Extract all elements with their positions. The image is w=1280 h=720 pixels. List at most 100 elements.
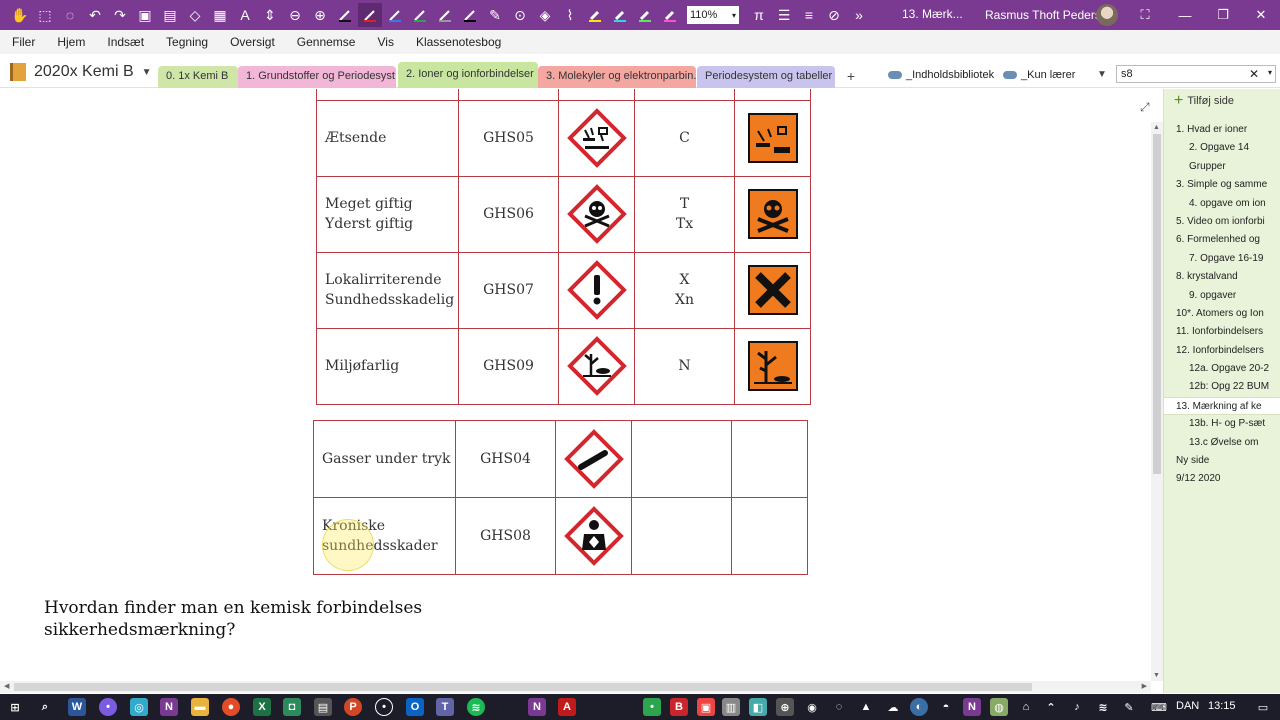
pen-black-icon[interactable] <box>333 3 357 27</box>
back-icon[interactable]: ⊖ <box>283 3 307 27</box>
menu-class-notebook[interactable]: Klassenotesbog <box>416 35 501 49</box>
scroll-thumb[interactable] <box>1153 134 1161 474</box>
eraser-icon[interactable]: ◈ <box>533 3 557 27</box>
user-name[interactable]: Rasmus Thoft Pedersen <box>985 8 1114 22</box>
excel-icon[interactable]: X <box>253 698 271 716</box>
scroll-right-icon[interactable]: ▶ <box>1142 682 1147 690</box>
page-icon[interactable]: ▤ <box>158 3 182 27</box>
page-item[interactable]: 5. Video om ionforbi <box>1164 213 1280 231</box>
tray-app-icon[interactable]: ◐ <box>910 698 928 716</box>
pdf-icon[interactable]: A <box>558 698 576 716</box>
windows-start-icon[interactable]: ⊞ <box>6 698 24 716</box>
close-icon[interactable]: ✕ <box>1242 0 1280 30</box>
menu-file[interactable]: Filer <box>12 35 35 49</box>
chevron-down-icon[interactable]: ▾ <box>1268 68 1272 77</box>
powerpoint-icon[interactable]: P <box>344 698 362 716</box>
page-item-selected[interactable]: 13. Mærkning af ke <box>1164 396 1280 416</box>
app-icon[interactable]: • <box>375 698 393 716</box>
onenote-tray-icon[interactable]: N <box>963 698 981 716</box>
hand-pan-icon[interactable]: ✋ <box>8 3 32 27</box>
menu-insert[interactable]: Indsæt <box>107 35 144 49</box>
onenote-icon[interactable]: N <box>160 698 178 716</box>
page-item[interactable]: 13b. H- og P-sæt <box>1164 415 1280 433</box>
page-canvas[interactable]: Ætsende GHS05 C Meget giftig Yderst gifti… <box>0 89 1151 681</box>
clear-search-icon[interactable]: ✕ <box>1249 67 1259 81</box>
more-icon[interactable]: » <box>847 3 871 27</box>
tray-app-icon[interactable]: ◉ <box>803 698 821 716</box>
chrome-icon[interactable]: ● <box>222 698 240 716</box>
section-tab-4[interactable]: Periodesystem og tabeller <box>697 66 835 88</box>
horizontal-scrollbar[interactable]: ◀ ▶ <box>0 681 1151 693</box>
app-icon[interactable]: ◘ <box>283 698 301 716</box>
page-item[interactable]: 2. Opgave 14 <box>1164 139 1280 157</box>
zoom-select[interactable]: 110% ▾ <box>687 6 739 24</box>
page-item[interactable]: 6. Formelenhed og <box>1164 231 1280 249</box>
search-icon[interactable]: ⌕ <box>36 698 54 716</box>
page-item[interactable]: 8. krystalvand <box>1164 268 1280 286</box>
library-teacher-only[interactable]: _Kun lærer <box>1003 69 1075 81</box>
insert-space-icon[interactable]: ⇕ <box>258 3 282 27</box>
section-tab-0[interactable]: 0. 1x Kemi B <box>158 66 238 88</box>
scroll-down-icon[interactable]: ▼ <box>1153 672 1160 679</box>
tray-app-icon[interactable]: ▣ <box>697 698 715 716</box>
keyboard-icon[interactable]: ⌨ <box>1148 698 1170 716</box>
restore-icon[interactable]: ❐ <box>1204 0 1242 30</box>
tray-app-icon[interactable]: ◓ <box>937 698 955 716</box>
bullets-icon[interactable]: ☰ <box>772 3 796 27</box>
tray-app-icon[interactable]: • <box>643 698 661 716</box>
search-input[interactable]: s8 ✕ ▾ <box>1116 65 1276 83</box>
redo-icon[interactable]: ↷ <box>108 3 132 27</box>
pen-blue-icon[interactable] <box>383 3 407 27</box>
wifi-icon[interactable]: ≋ <box>1094 698 1112 716</box>
page-item[interactable]: 12b: Opg 22 BUM <box>1164 378 1280 396</box>
section-tab-1[interactable]: 1. Grundstoffer og Periodesyst... <box>238 66 396 88</box>
menu-view[interactable]: Vis <box>377 35 393 49</box>
word-icon[interactable]: W <box>68 698 86 716</box>
tray-app-icon[interactable]: ◍ <box>990 698 1008 716</box>
scroll-thumb[interactable] <box>14 683 1032 691</box>
tray-app-icon[interactable]: ◌ <box>830 698 848 716</box>
highlighter-purple-icon[interactable]: ⌇ <box>558 3 582 27</box>
tray-app-icon[interactable]: ▲ <box>857 698 875 716</box>
page-item[interactable]: Ny side <box>1164 452 1280 470</box>
page-item[interactable]: 12. Ionforbindelsers <box>1164 342 1280 360</box>
menu-home[interactable]: Hjem <box>57 35 85 49</box>
teams-icon[interactable]: T <box>436 698 454 716</box>
avatar[interactable] <box>1096 4 1118 26</box>
ink-to-shape-icon[interactable]: ✎ <box>483 3 507 27</box>
ink-replay-icon[interactable]: ⊙ <box>508 3 532 27</box>
network-icon[interactable]: ⌂ <box>1017 698 1035 716</box>
font-color-icon[interactable]: A <box>233 3 257 27</box>
highlighter-pink-icon[interactable] <box>658 3 682 27</box>
tray-app-icon[interactable]: B <box>670 698 688 716</box>
outlook-icon[interactable]: O <box>406 698 424 716</box>
clock[interactable]: 13:15 <box>1208 700 1236 712</box>
app-icon[interactable]: • <box>99 698 117 716</box>
page-item[interactable]: 10*. Atomers og Ion <box>1164 305 1280 323</box>
undo-icon[interactable]: ↶ <box>83 3 107 27</box>
minimize-icon[interactable]: — <box>1166 0 1204 30</box>
scroll-left-icon[interactable]: ◀ <box>4 682 9 690</box>
forward-icon[interactable]: ⊕ <box>308 3 332 27</box>
page-item[interactable]: 4. opgave om ion <box>1164 195 1280 213</box>
spotify-icon[interactable]: ≋ <box>467 698 485 716</box>
print-icon[interactable]: ▣ <box>133 3 157 27</box>
file-explorer-icon[interactable]: ▬ <box>191 698 209 716</box>
page-item[interactable]: 9. opgaver <box>1164 287 1280 305</box>
app-icon[interactable]: ▤ <box>314 698 332 716</box>
section-tab-2-active[interactable]: 2. Ioner og ionforbindelser <box>398 62 538 88</box>
page-item[interactable]: Grupper <box>1164 158 1280 176</box>
add-section-button[interactable]: + <box>840 68 862 86</box>
scroll-up-icon[interactable]: ▲ <box>1153 124 1160 131</box>
page-item[interactable]: 11. Ionforbindelsers <box>1164 323 1280 341</box>
vertical-scrollbar[interactable]: ▲ ▼ <box>1151 122 1163 681</box>
library-content[interactable]: _Indholdsbibliotek <box>888 69 994 81</box>
table-icon[interactable]: ▦ <box>208 3 232 27</box>
tray-app-icon[interactable]: ▥ <box>722 698 740 716</box>
menu-review[interactable]: Gennemse <box>297 35 356 49</box>
lasso-select-icon[interactable]: ⬚ <box>33 3 57 27</box>
add-page-button[interactable]: + Tilføj side <box>1174 93 1234 109</box>
pen-dark-icon[interactable] <box>458 3 482 27</box>
page-item[interactable]: 13.c Øvelse om <box>1164 434 1280 452</box>
pen-green-icon[interactable] <box>408 3 432 27</box>
